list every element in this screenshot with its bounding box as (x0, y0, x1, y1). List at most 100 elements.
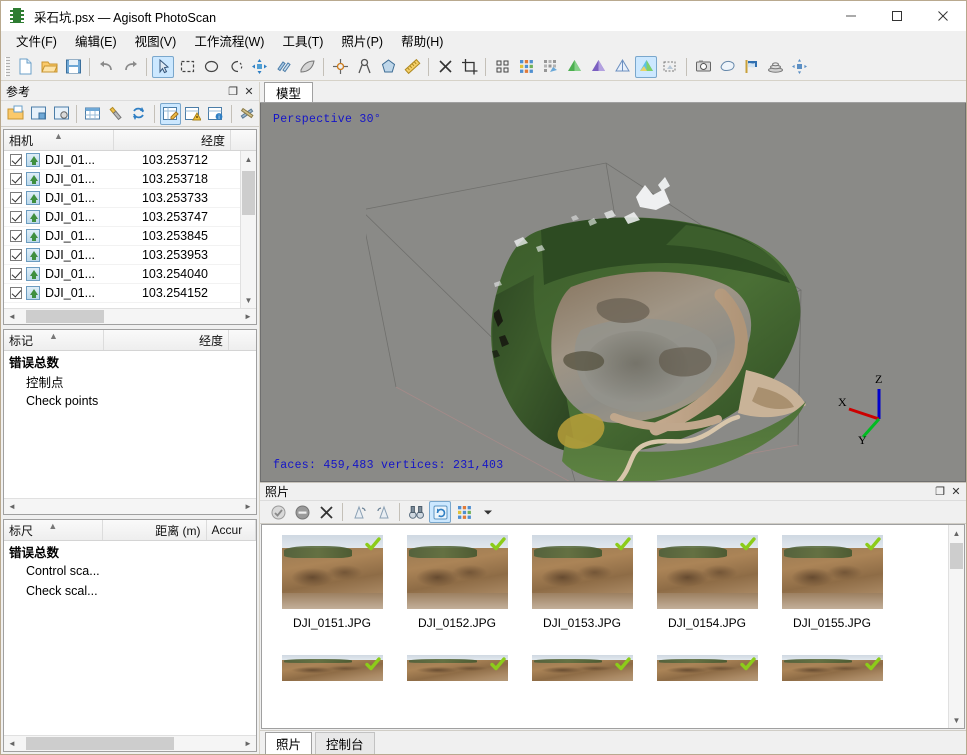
table-row[interactable]: DJI_01... 103.253747 (4, 208, 256, 227)
scroll-right-icon[interactable]: ► (240, 736, 256, 751)
ruler-point-icon[interactable] (353, 56, 375, 78)
row-checkbox[interactable] (10, 230, 22, 242)
list-item[interactable] (651, 655, 763, 728)
menu-workflow[interactable]: 工作流程(W) (185, 32, 273, 52)
minimize-button[interactable] (828, 1, 874, 31)
row-checkbox[interactable] (10, 211, 22, 223)
disable-photo-icon[interactable] (291, 501, 313, 523)
reset-view-icon[interactable] (788, 56, 810, 78)
photo-matches-binoculars-icon[interactable] (405, 501, 427, 523)
list-item[interactable] (776, 655, 888, 728)
column-header-camera[interactable]: 相机 ▲ (4, 130, 114, 150)
reference-info-icon[interactable]: i (205, 103, 226, 125)
list-item[interactable]: Check scal... (4, 581, 256, 601)
tab-model[interactable]: 模型 (264, 82, 314, 102)
save-project-icon[interactable] (62, 56, 84, 78)
column-header-longitude[interactable]: 经度 (104, 330, 229, 350)
list-item[interactable]: 错误总数 (4, 541, 256, 561)
tab-console[interactable]: 控制台 (315, 732, 375, 754)
export-reference-icon[interactable] (28, 103, 49, 125)
thumbnail-size-icon[interactable] (453, 501, 475, 523)
cameras-horizontal-scrollbar[interactable]: ◄ ► (4, 308, 256, 324)
table-row[interactable]: DJI_01... 103.253733 (4, 189, 256, 208)
circle-select-icon[interactable] (200, 56, 222, 78)
menu-photo[interactable]: 照片(P) (332, 32, 392, 52)
photo-thumbnail[interactable] (406, 655, 508, 681)
reference-close-button[interactable]: ✕ (241, 83, 257, 99)
column-header-longitude[interactable]: 经度 (114, 130, 231, 150)
undo-icon[interactable] (95, 56, 117, 78)
convert-reference-icon[interactable] (51, 103, 72, 125)
menu-view[interactable]: 视图(V) (126, 32, 186, 52)
tab-photos[interactable]: 照片 (265, 732, 313, 754)
scalebars-horizontal-scrollbar[interactable]: ◄ ► (4, 735, 256, 751)
scroll-up-icon[interactable]: ▲ (241, 151, 256, 167)
view-errors-table-icon[interactable] (82, 103, 103, 125)
scrollbar-track[interactable] (20, 736, 240, 751)
photos-thumbnail-list[interactable]: DJI_0151.JPG DJI_0152.JPG DJI_0153.JPG D… (261, 524, 965, 729)
classified-cloud-icon[interactable] (539, 56, 561, 78)
photo-thumbnail[interactable] (531, 655, 633, 681)
reset-photo-icon[interactable] (429, 501, 451, 523)
reference-warning-icon[interactable] (183, 103, 204, 125)
column-header-accuracy[interactable]: Accur (207, 520, 256, 540)
mesh-wireframe-icon[interactable] (611, 56, 633, 78)
scrollbar-track[interactable] (949, 541, 964, 712)
freeform-select-icon[interactable] (224, 56, 246, 78)
rotate-left-icon[interactable] (348, 501, 370, 523)
photos-close-button[interactable]: ✕ (948, 484, 964, 500)
reference-float-button[interactable]: ❐ (225, 83, 241, 99)
mesh-solid-icon[interactable] (587, 56, 609, 78)
photo-thumbnail[interactable] (781, 655, 883, 681)
menu-file[interactable]: 文件(F) (7, 32, 66, 52)
show-cameras-icon[interactable] (692, 56, 714, 78)
toolbar-grip[interactable] (5, 56, 10, 77)
sparse-cloud-icon[interactable] (491, 56, 513, 78)
list-item[interactable]: DJI_0152.JPG (401, 535, 513, 655)
scroll-left-icon[interactable]: ◄ (4, 499, 20, 514)
rectangle-select-icon[interactable] (176, 56, 198, 78)
scroll-right-icon[interactable]: ► (240, 309, 256, 324)
optimize-cameras-wand-icon[interactable] (105, 103, 126, 125)
list-item[interactable] (276, 655, 388, 728)
update-transform-icon[interactable] (128, 103, 149, 125)
thumbnail-dropdown-icon[interactable] (477, 501, 499, 523)
new-project-icon[interactable] (14, 56, 36, 78)
reference-settings-icon[interactable] (237, 103, 258, 125)
dense-cloud-icon[interactable] (515, 56, 537, 78)
photo-thumbnail[interactable] (656, 655, 758, 681)
maximize-button[interactable] (874, 1, 920, 31)
show-regions-icon[interactable] (716, 56, 738, 78)
scale-object-icon[interactable] (296, 56, 318, 78)
list-item[interactable] (401, 655, 513, 728)
table-row[interactable]: DJI_01... 103.253953 (4, 246, 256, 265)
scrollbar-track[interactable] (241, 167, 256, 292)
table-row[interactable]: DJI_01... 103.253712 (4, 151, 256, 170)
column-header-distance[interactable]: 距离 (m) (103, 520, 207, 540)
menu-tools[interactable]: 工具(T) (273, 32, 332, 52)
scrollbar-thumb[interactable] (950, 543, 963, 569)
cameras-vertical-scrollbar[interactable]: ▲ ▼ (240, 151, 256, 308)
list-item[interactable]: DJI_0154.JPG (651, 535, 763, 655)
list-item[interactable]: 错误总数 (4, 351, 256, 371)
measure-ruler-icon[interactable] (401, 56, 423, 78)
row-checkbox[interactable] (10, 287, 22, 299)
row-checkbox[interactable] (10, 268, 22, 280)
photos-vertical-scrollbar[interactable]: ▲ ▼ (948, 525, 964, 728)
scrollbar-track[interactable] (20, 499, 240, 514)
open-project-icon[interactable] (38, 56, 60, 78)
scroll-right-icon[interactable]: ► (240, 499, 256, 514)
redo-icon[interactable] (119, 56, 141, 78)
close-button[interactable] (920, 1, 966, 31)
scrollbar-thumb[interactable] (26, 310, 104, 323)
list-item[interactable]: 控制点 (4, 371, 256, 391)
list-item[interactable]: DJI_0155.JPG (776, 535, 888, 655)
column-header-marker[interactable]: 标记 ▲ (4, 330, 104, 350)
scroll-up-icon[interactable]: ▲ (949, 525, 964, 541)
row-checkbox[interactable] (10, 249, 22, 261)
list-item[interactable]: DJI_0153.JPG (526, 535, 638, 655)
model-viewport[interactable]: Perspective 30° faces: 459,483 vertices:… (260, 103, 966, 482)
photo-thumbnail[interactable] (531, 535, 633, 609)
list-item[interactable]: Check points (4, 391, 256, 411)
photo-thumbnail[interactable] (281, 655, 383, 681)
